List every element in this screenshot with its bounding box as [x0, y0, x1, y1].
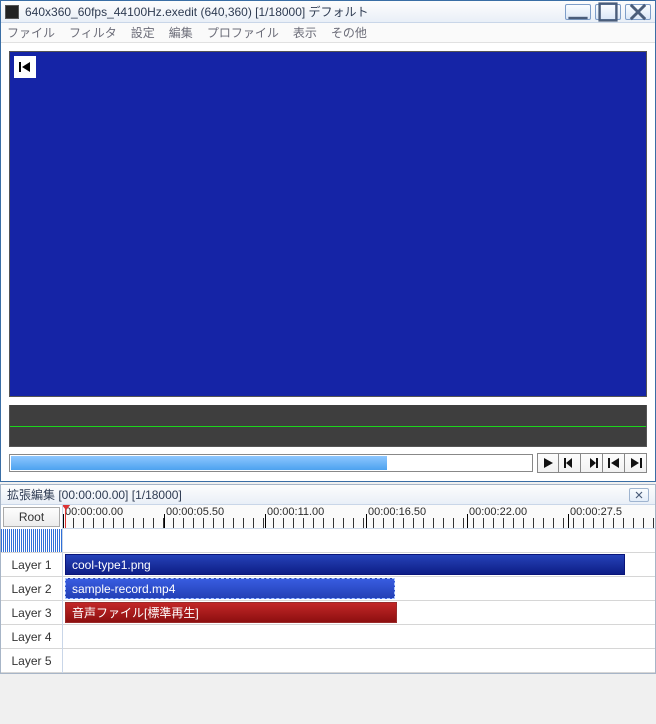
minimize-button[interactable]: [565, 4, 591, 20]
track-5[interactable]: [63, 649, 655, 673]
layer-label-2[interactable]: Layer 2: [1, 577, 62, 601]
seek-bar[interactable]: [9, 454, 533, 472]
step-back-button[interactable]: [559, 453, 581, 473]
track-4[interactable]: [63, 625, 655, 649]
clip-cool-type1[interactable]: cool-type1.png: [65, 554, 625, 575]
clip-audio[interactable]: 音声ファイル[標準再生]: [65, 602, 397, 623]
app-icon: [5, 5, 19, 19]
menu-filter[interactable]: フィルタ: [69, 24, 117, 41]
timeline-title: 拡張編集 [00:00:00.00] [1/18000]: [7, 486, 629, 503]
window-title: 640x360_60fps_44100Hz.exedit (640,360) […: [25, 3, 565, 20]
clip-sample-record[interactable]: sample-record.mp4: [65, 578, 395, 599]
maximize-button[interactable]: [595, 4, 621, 20]
track-3[interactable]: 音声ファイル[標準再生]: [63, 601, 655, 625]
transport-controls: [537, 453, 647, 473]
goto-start-overlay-button[interactable]: [14, 56, 36, 78]
amplitude-row: [63, 529, 655, 553]
menu-settings[interactable]: 設定: [131, 24, 155, 41]
preview-area[interactable]: [9, 51, 647, 397]
layer-label-1[interactable]: Layer 1: [1, 553, 62, 577]
layer-label-5[interactable]: Layer 5: [1, 649, 62, 673]
layer-label-4[interactable]: Layer 4: [1, 625, 62, 649]
playhead[interactable]: [65, 505, 66, 528]
layer-label-3[interactable]: Layer 3: [1, 601, 62, 625]
menu-profile[interactable]: プロファイル: [207, 24, 279, 41]
clip-label: cool-type1.png: [72, 558, 151, 572]
seek-fill: [11, 456, 387, 470]
menu-bar: ファイル フィルタ 設定 編集 プロファイル 表示 その他: [1, 23, 655, 43]
timeline-close-button[interactable]: [629, 488, 649, 502]
audio-waveform-strip: [9, 405, 647, 447]
track-2[interactable]: sample-record.mp4: [63, 577, 655, 601]
clip-label: sample-record.mp4: [72, 582, 175, 596]
timeline-left-gutter: Root Layer 1 Layer 2 Layer 3 Layer 4 Lay…: [1, 505, 63, 673]
menu-file[interactable]: ファイル: [7, 24, 55, 41]
goto-start-button[interactable]: [603, 453, 625, 473]
time-ruler[interactable]: 00:00:00.00 00:00:05.50 00:00:11.00 00:0…: [63, 505, 655, 529]
menu-view[interactable]: 表示: [293, 24, 317, 41]
step-forward-button[interactable]: [581, 453, 603, 473]
timeline-titlebar[interactable]: 拡張編集 [00:00:00.00] [1/18000]: [1, 485, 655, 505]
clip-label: 音声ファイル[標準再生]: [72, 604, 199, 621]
waveform-thumbnail: [1, 529, 62, 553]
menu-edit[interactable]: 編集: [169, 24, 193, 41]
goto-end-button[interactable]: [625, 453, 647, 473]
track-1[interactable]: cool-type1.png: [63, 553, 655, 577]
timeline-window: 拡張編集 [00:00:00.00] [1/18000] Root Layer …: [0, 484, 656, 674]
timeline-tracks-area[interactable]: 00:00:00.00 00:00:05.50 00:00:11.00 00:0…: [63, 505, 655, 673]
main-window: 640x360_60fps_44100Hz.exedit (640,360) […: [0, 0, 656, 482]
menu-other[interactable]: その他: [331, 24, 367, 41]
root-button[interactable]: Root: [3, 507, 60, 527]
titlebar[interactable]: 640x360_60fps_44100Hz.exedit (640,360) […: [1, 1, 655, 23]
play-button[interactable]: [537, 453, 559, 473]
close-button[interactable]: [625, 4, 651, 20]
seek-row: [1, 447, 655, 481]
